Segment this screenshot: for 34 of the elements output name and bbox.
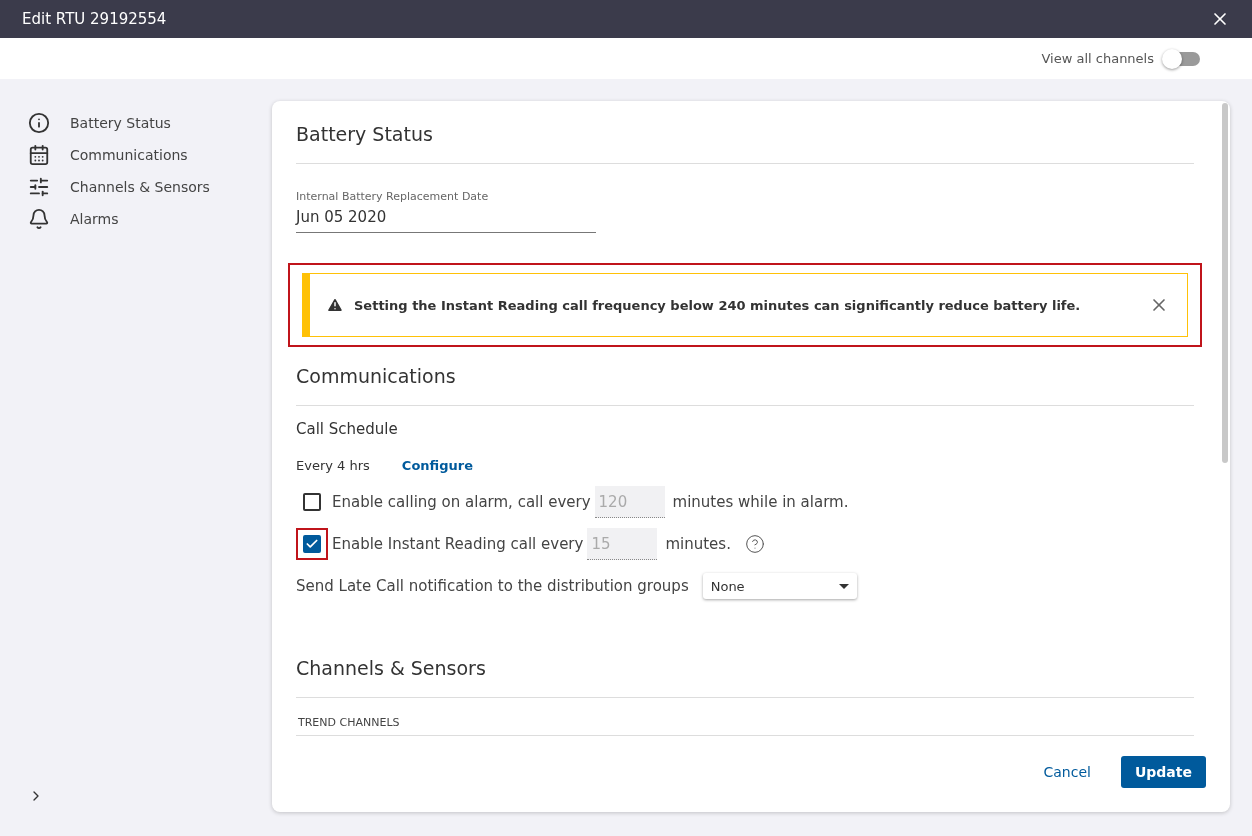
cancel-button[interactable]: Cancel — [1037, 763, 1097, 781]
toggle-label: View all channels — [1041, 51, 1154, 66]
schedule-text: Every 4 hrs — [296, 458, 370, 473]
warning-icon — [326, 296, 344, 314]
help-icon[interactable] — [744, 534, 765, 554]
date-field[interactable]: Jun 05 2020 — [296, 203, 596, 233]
scrollbar-thumb[interactable] — [1222, 103, 1228, 463]
option-text: Enable Instant Reading call every — [332, 535, 584, 553]
option-text: Enable calling on alarm, call every — [332, 493, 591, 511]
configure-link[interactable]: Configure — [401, 458, 473, 473]
bell-icon — [28, 208, 50, 230]
info-icon — [28, 112, 50, 134]
sidebar-item[interactable]: Alarms — [28, 203, 272, 235]
window-title: Edit RTU 29192554 — [22, 10, 167, 28]
update-button[interactable]: Update — [1120, 756, 1206, 788]
check-icon — [305, 537, 319, 551]
sidebar-item[interactable]: Channels & Sensors — [28, 171, 272, 203]
field-label: Internal Battery Replacement Date — [296, 190, 490, 203]
section-heading: Communications — [296, 361, 1194, 406]
section-heading: Battery Status — [296, 119, 1194, 164]
sliders-icon — [28, 176, 50, 198]
section-heading: Channels & Sensors — [296, 653, 1194, 698]
option-text: minutes while in alarm. — [672, 493, 849, 511]
option-text: minutes. — [665, 535, 731, 553]
subheading: Call Schedule — [296, 420, 399, 438]
checkbox[interactable] — [303, 535, 321, 553]
sidebar-item[interactable]: Communications — [28, 139, 272, 171]
checkbox[interactable] — [303, 493, 321, 511]
groups-dropdown[interactable]: None — [702, 573, 857, 599]
sidebar-item[interactable]: Battery Status — [28, 107, 272, 139]
calendar-icon — [28, 144, 50, 166]
option-text: Send Late Call notification to the distribution groups — [296, 577, 689, 595]
subheading: TREND CHANNELS — [296, 698, 1194, 736]
alert-text: Setting the Instant Reading call frequency below 240 minutes can significantly reduce battery life. — [354, 297, 1082, 313]
